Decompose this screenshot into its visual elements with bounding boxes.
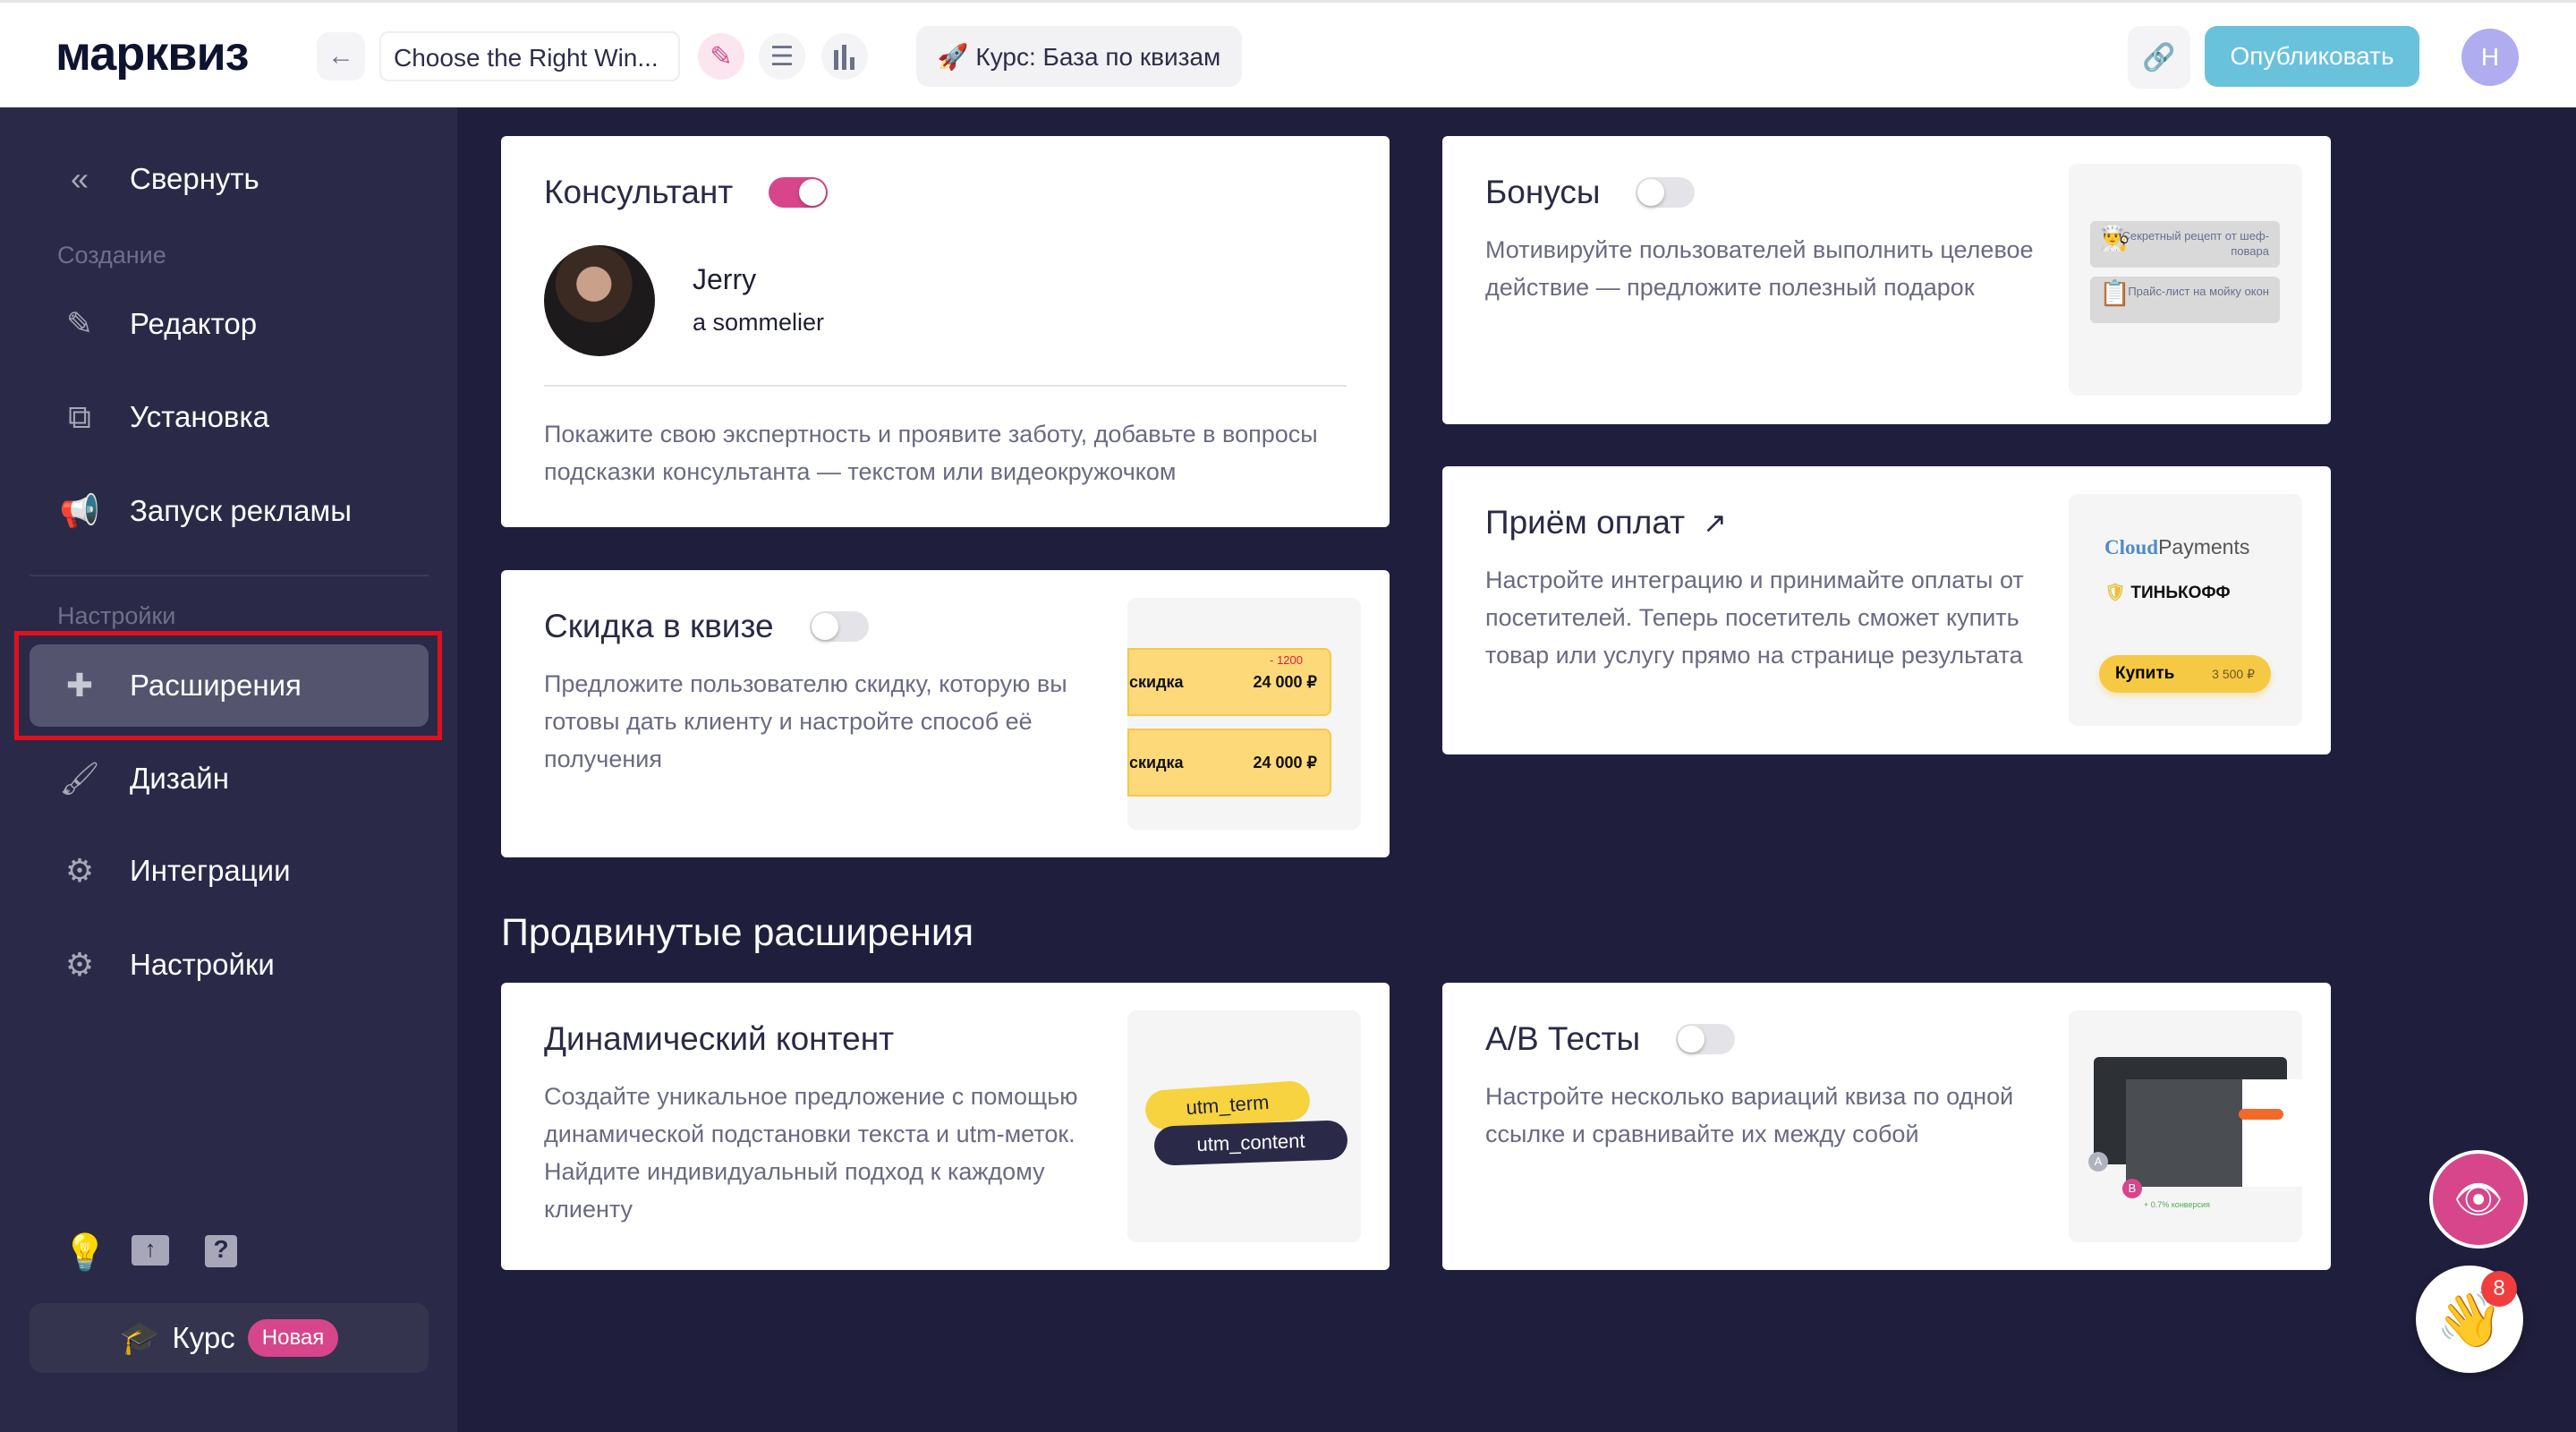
brush-icon: 🖌: [59, 760, 100, 797]
ab-preview: A B + 0.7% конверсия: [2069, 1010, 2302, 1242]
card-title: Динамический контент: [544, 1020, 895, 1057]
sidebar-item-editor[interactable]: ✎ Редактор: [30, 283, 429, 365]
buy-button: Купить 3 500 ₽: [2099, 655, 2271, 693]
pencil-icon: ✎: [710, 41, 733, 72]
help-icon[interactable]: ?: [205, 1235, 237, 1267]
card-title: Консультант: [544, 174, 734, 210]
ab-tests-card[interactable]: A/B Тесты Настройте несколько вариаций к…: [1442, 983, 2331, 1270]
course-chip[interactable]: 🚀 Курс: База по квизам: [916, 26, 1242, 87]
sidebar-item-integrations[interactable]: ⚙ Интеграции: [30, 830, 429, 912]
sidebar-item-ads[interactable]: 📢 Запуск рекламы: [30, 470, 429, 552]
course-label: Курс: [172, 1321, 235, 1354]
card-title: Бонусы: [1485, 174, 1601, 210]
divider: [30, 575, 429, 576]
highlight-outline: [14, 631, 442, 740]
sidebar-item-label: Запуск рекламы: [130, 494, 352, 527]
discount-toggle[interactable]: [809, 611, 869, 642]
list-icon: ☰: [769, 41, 795, 72]
bonus-item: 📋 Прайс-лист на мойку окон: [2090, 277, 2280, 323]
window-gear-icon: ⧉: [68, 397, 91, 435]
lightbulb-icon[interactable]: 💡: [63, 1232, 107, 1274]
consultant-role: a sommelier: [693, 309, 825, 336]
card-title: Приём оплат: [1485, 504, 1686, 541]
divider: [544, 385, 1347, 387]
sidebar-item-label: Установка: [130, 400, 269, 433]
sidebar-item-label: Настройки: [130, 948, 275, 981]
logo[interactable]: марквиз: [55, 26, 250, 81]
discount-preview: скидка 24 000 ₽ - 1200 скидка 24 000 ₽: [1127, 598, 1361, 830]
megaphone-icon: 📢: [59, 492, 100, 529]
advanced-heading: Продвинутые расширения: [501, 911, 974, 954]
sidebar-item-install[interactable]: ⧉ Установка: [30, 376, 429, 458]
bonus-item: 👨‍🍳 Секретный рецепт от шеф-повара: [2090, 221, 2280, 268]
double-chevron-left-icon: «: [70, 160, 89, 197]
card-description: Создайте уникальное предложение с помощь…: [544, 1083, 1078, 1223]
quiz-title-input[interactable]: Choose the Right Win...: [379, 31, 680, 81]
collapse-label: Свернуть: [130, 162, 259, 195]
integration-icon: ⚙: [64, 852, 95, 889]
sidebar-item-design[interactable]: 🖌 Дизайн: [30, 737, 429, 820]
card-description: Настройте несколько вариаций квиза по од…: [1485, 1083, 2014, 1147]
consultant-avatar: [544, 245, 655, 356]
list-button[interactable]: ☰: [759, 33, 805, 80]
bonuses-toggle[interactable]: [1636, 177, 1696, 208]
payments-preview: CloudPayments 🛡 ТИНЬКОФФ Купить 3 500 ₽: [2069, 494, 2302, 726]
dynamic-preview: utm_term utm_content: [1127, 1010, 1361, 1242]
utm-content-tag: utm_content: [1153, 1120, 1348, 1166]
cloudpayments-logo: Cloud: [2104, 536, 2159, 558]
section-settings-label: Настройки: [57, 602, 176, 629]
arrow-left-icon: ←: [327, 41, 354, 71]
external-link-icon[interactable]: ↗: [1703, 506, 1727, 540]
card-description: Мотивируйте пользователей выполнить целе…: [1485, 236, 2034, 301]
publish-button[interactable]: Опубликовать: [2205, 26, 2419, 87]
tinkoff-logo: 🛡 ТИНЬКОФФ: [2104, 584, 2231, 602]
section-create-label: Создание: [57, 242, 166, 268]
card-description: Покажите свою экспертность и проявите за…: [544, 421, 1318, 485]
preview-button[interactable]: 👁: [2429, 1150, 2528, 1249]
gear-icon: ⚙: [64, 946, 95, 983]
graduation-cap-icon: 🎓: [119, 1319, 160, 1356]
card-description: Настройте интеграцию и принимайте оплаты…: [1485, 567, 2024, 669]
pencil-icon: ✎: [65, 305, 94, 342]
consultant-toggle[interactable]: [769, 177, 829, 208]
new-badge: Новая: [247, 1319, 339, 1357]
top-bar: марквиз ← Choose the Right Win... ✎ ☰ 🚀 …: [0, 0, 2576, 107]
card-title: A/B Тесты: [1485, 1020, 1641, 1057]
sidebar-item-label: Дизайн: [130, 762, 229, 795]
card-title: Скидка в квизе: [544, 608, 774, 644]
link-icon: 🔗: [2142, 42, 2176, 72]
ab-toggle[interactable]: [1676, 1024, 1736, 1054]
bonuses-card[interactable]: Бонусы Мотивируйте пользователей выполни…: [1442, 136, 2331, 424]
eye-icon: 👁: [2453, 1178, 2504, 1222]
folder-upload-icon[interactable]: ↑: [132, 1235, 169, 1266]
payments-card[interactable]: Приём оплат ↗ Настройте интеграцию и прин…: [1442, 466, 2331, 754]
sidebar-item-label: Редактор: [130, 307, 258, 340]
bar-chart-icon: [834, 45, 854, 70]
sidebar-item-label: Интеграции: [130, 854, 291, 887]
consultant-card[interactable]: Консультант Jerry a sommelier Покажите с…: [501, 136, 1390, 527]
edit-button[interactable]: ✎: [698, 33, 744, 80]
copy-link-button[interactable]: 🔗: [2128, 26, 2190, 89]
collapse-button[interactable]: « Свернуть: [30, 138, 429, 220]
card-description: Предложите пользователю скидку, которую …: [544, 670, 1067, 772]
discount-card[interactable]: Скидка в квизе Предложите пользователю с…: [501, 570, 1390, 857]
course-button[interactable]: 🎓 Курс Новая: [30, 1303, 429, 1373]
notification-badge: 8: [2481, 1271, 2517, 1307]
bonuses-preview: 👨‍🍳 Секретный рецепт от шеф-повара 📋 Прайс…: [2069, 164, 2302, 396]
back-button[interactable]: ←: [317, 32, 365, 81]
dynamic-content-card[interactable]: Динамический контент Создайте уникальное…: [501, 983, 1390, 1270]
stats-button[interactable]: [821, 33, 868, 80]
avatar[interactable]: Н: [2461, 29, 2519, 86]
discount-bar: скидка 24 000 ₽ - 1200: [1127, 648, 1331, 716]
sidebar-item-settings[interactable]: ⚙ Настройки: [30, 924, 429, 1006]
consultant-name: Jerry: [693, 263, 757, 295]
price-bar: скидка 24 000 ₽: [1127, 729, 1331, 797]
